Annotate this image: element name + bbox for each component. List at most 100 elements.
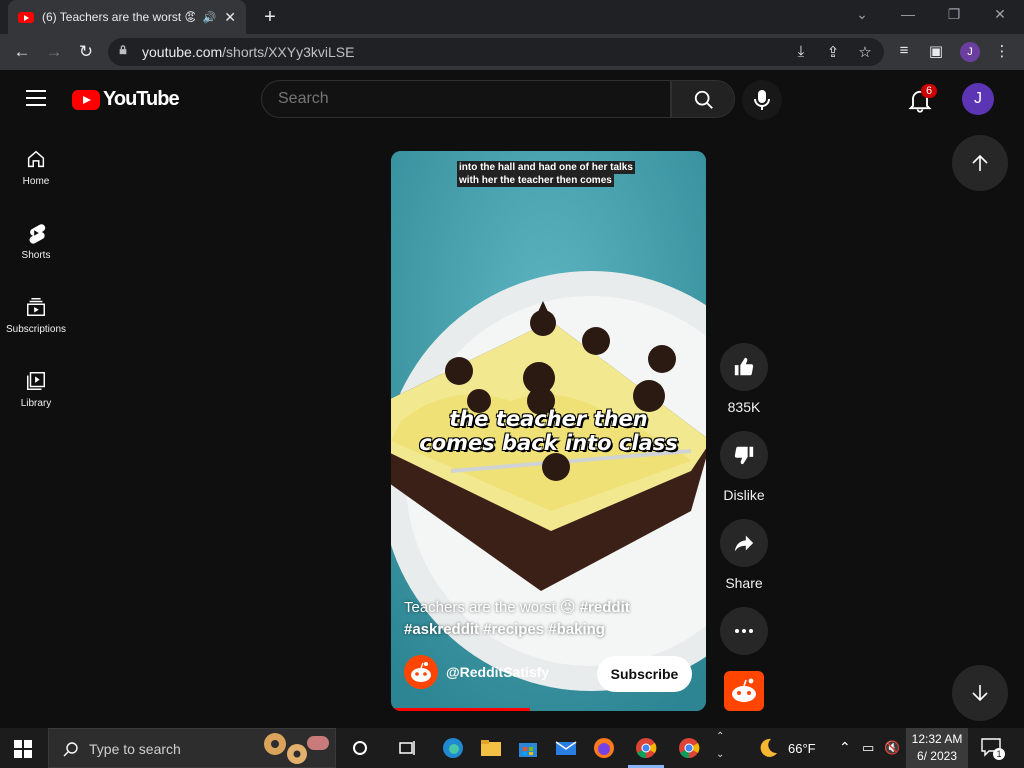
- playback-progress-bar[interactable]: [391, 708, 530, 711]
- window-close-button[interactable]: ✕: [990, 6, 1010, 23]
- mail-icon[interactable]: [554, 736, 578, 760]
- dislike-button[interactable]: [720, 431, 768, 479]
- guide-item-label: Library: [20, 398, 52, 409]
- channel-info[interactable]: @RedditSatisfy: [404, 655, 549, 689]
- channel-name[interactable]: @RedditSatisfy: [446, 664, 549, 680]
- thumbs-down-icon: [734, 446, 754, 465]
- guide-item-home[interactable]: Home: [0, 148, 72, 187]
- shorts-icon: [29, 224, 46, 244]
- clock-time: 12:32 AM: [911, 732, 963, 746]
- taskbar-search-box[interactable]: Type to search: [48, 728, 336, 768]
- more-actions-button[interactable]: [720, 607, 768, 655]
- guide-item-subscriptions[interactable]: Subscriptions: [0, 296, 72, 335]
- windows-start-icon[interactable]: [14, 740, 32, 758]
- back-arrow-icon[interactable]: ←: [12, 42, 32, 62]
- show-hidden-icons-chevron-icon[interactable]: ⌃: [839, 739, 851, 756]
- reddit-channel-avatar[interactable]: [404, 655, 438, 689]
- cortana-icon[interactable]: [348, 736, 372, 760]
- search-icon: [694, 90, 713, 109]
- side-panel-icon[interactable]: ▣: [926, 42, 946, 60]
- guide-item-label: Subscriptions: [5, 324, 67, 335]
- browser-menu-icon[interactable]: ⋮: [992, 42, 1012, 60]
- taskbar-search-placeholder: Type to search: [89, 741, 181, 757]
- arrow-down-icon: [972, 685, 988, 702]
- previous-short-button[interactable]: [952, 135, 1008, 191]
- share-button[interactable]: [720, 519, 768, 567]
- volume-muted-icon[interactable]: 🔇: [884, 740, 900, 756]
- like-action[interactable]: 835K: [720, 343, 768, 415]
- next-short-button[interactable]: [952, 665, 1008, 721]
- subscribe-button[interactable]: Subscribe: [597, 656, 692, 692]
- firefox-icon[interactable]: [592, 736, 616, 760]
- youtube-logo[interactable]: YouTube: [72, 88, 180, 111]
- caption-mid-line-1: the teacher then: [449, 407, 648, 431]
- like-button[interactable]: [720, 343, 768, 391]
- notification-badge: 6: [921, 84, 938, 98]
- browser-tab-strip: (6) Teachers are the worst 😡 🔊 ✕ + ⌄ — ❐…: [0, 0, 1024, 34]
- reload-icon[interactable]: ↻: [76, 42, 96, 62]
- weather-temperature[interactable]: 66°F: [788, 741, 816, 756]
- address-toolbar: ← → ↻ youtube.com/shorts/XXYy3kviLSE ⤓ ⇪…: [0, 34, 1024, 70]
- network-icon[interactable]: ▭: [862, 740, 874, 756]
- dislike-action[interactable]: Dislike: [720, 431, 768, 503]
- chrome-icon[interactable]: [677, 736, 701, 760]
- new-tab-button[interactable]: +: [258, 5, 282, 29]
- thumbs-up-icon: [734, 357, 754, 376]
- tab-title: (6) Teachers are the worst 😡: [42, 10, 195, 24]
- logo-text: YouTube: [103, 88, 180, 110]
- microphone-icon: [754, 90, 770, 110]
- omnibox[interactable]: youtube.com/shorts/XXYy3kviLSE ⤓ ⇪ ☆: [108, 38, 884, 66]
- shorts-video-player[interactable]: into the hall and had one of her talks w…: [391, 151, 706, 711]
- guide-item-library[interactable]: Library: [0, 370, 72, 409]
- install-app-icon[interactable]: ⤓: [792, 43, 810, 60]
- speaker-icon[interactable]: 🔊: [203, 11, 217, 24]
- edge-browser-icon[interactable]: [441, 736, 465, 760]
- hamburger-menu-icon[interactable]: [26, 90, 46, 106]
- bookmark-star-icon[interactable]: ☆: [856, 43, 874, 61]
- search-button[interactable]: [671, 80, 735, 118]
- caption-top-line-1: into the hall and had one of her talks: [457, 161, 635, 174]
- search-input[interactable]: [262, 81, 642, 117]
- tab-search-chevron-icon[interactable]: ⌄: [852, 6, 872, 23]
- caption-top: into the hall and had one of her talks w…: [457, 161, 635, 187]
- url-domain: youtube.com: [142, 44, 223, 60]
- subscriptions-icon: [27, 298, 45, 316]
- share-page-icon[interactable]: ⇪: [824, 43, 842, 61]
- hashtag-link[interactable]: #reddit: [580, 599, 630, 616]
- taskbar-clock[interactable]: 12:32 AM 6/ 2023: [906, 728, 968, 768]
- caption-overlay: the teacher then comes back into class: [391, 407, 706, 455]
- action-center-icon[interactable]: 1: [980, 736, 1005, 760]
- short-title: Teachers are the worst 😡: [404, 599, 576, 616]
- voice-search-button[interactable]: [742, 80, 782, 120]
- minimize-button[interactable]: —: [898, 6, 918, 22]
- share-action[interactable]: Share: [720, 519, 768, 591]
- guide-item-shorts[interactable]: Shorts: [0, 222, 72, 261]
- action-center-badge: 1: [993, 748, 1005, 760]
- like-count: 835K: [727, 399, 761, 415]
- more-actions[interactable]: [720, 607, 768, 655]
- taskbar-scroll-arrows[interactable]: ⌃ ⌄: [716, 728, 724, 764]
- microsoft-store-icon[interactable]: [516, 736, 540, 760]
- file-explorer-icon[interactable]: [479, 736, 503, 760]
- media-controls-icon[interactable]: ≡: [894, 42, 914, 59]
- reddit-alien-icon: [411, 662, 431, 682]
- youtube-favicon-icon: [18, 11, 34, 23]
- restore-button[interactable]: ❐: [944, 6, 964, 23]
- url-text: youtube.com/shorts/XXYy3kviLSE: [142, 44, 354, 60]
- account-avatar[interactable]: J: [962, 83, 994, 115]
- browser-profile-avatar[interactable]: J: [960, 42, 980, 62]
- chrome-icon[interactable]: [634, 736, 658, 760]
- hashtag-links[interactable]: #askreddit #recipes #baking: [404, 621, 605, 638]
- guide-item-label: Shorts: [21, 250, 51, 261]
- reddit-alien-icon: [732, 678, 756, 702]
- youtube-play-icon: [72, 89, 100, 110]
- forward-arrow-icon[interactable]: →: [44, 42, 64, 62]
- sound-source-thumbnail[interactable]: [724, 671, 764, 711]
- url-path: /shorts/XXYy3kviLSE: [222, 44, 355, 60]
- task-view-icon[interactable]: [396, 736, 420, 760]
- tab-close-icon[interactable]: ✕: [224, 9, 236, 26]
- home-icon: [27, 150, 45, 168]
- caption-top-line-2: with her the teacher then comes: [457, 174, 614, 187]
- share-arrow-icon: [734, 535, 754, 552]
- browser-tab-active[interactable]: (6) Teachers are the worst 😡 🔊 ✕: [8, 0, 246, 34]
